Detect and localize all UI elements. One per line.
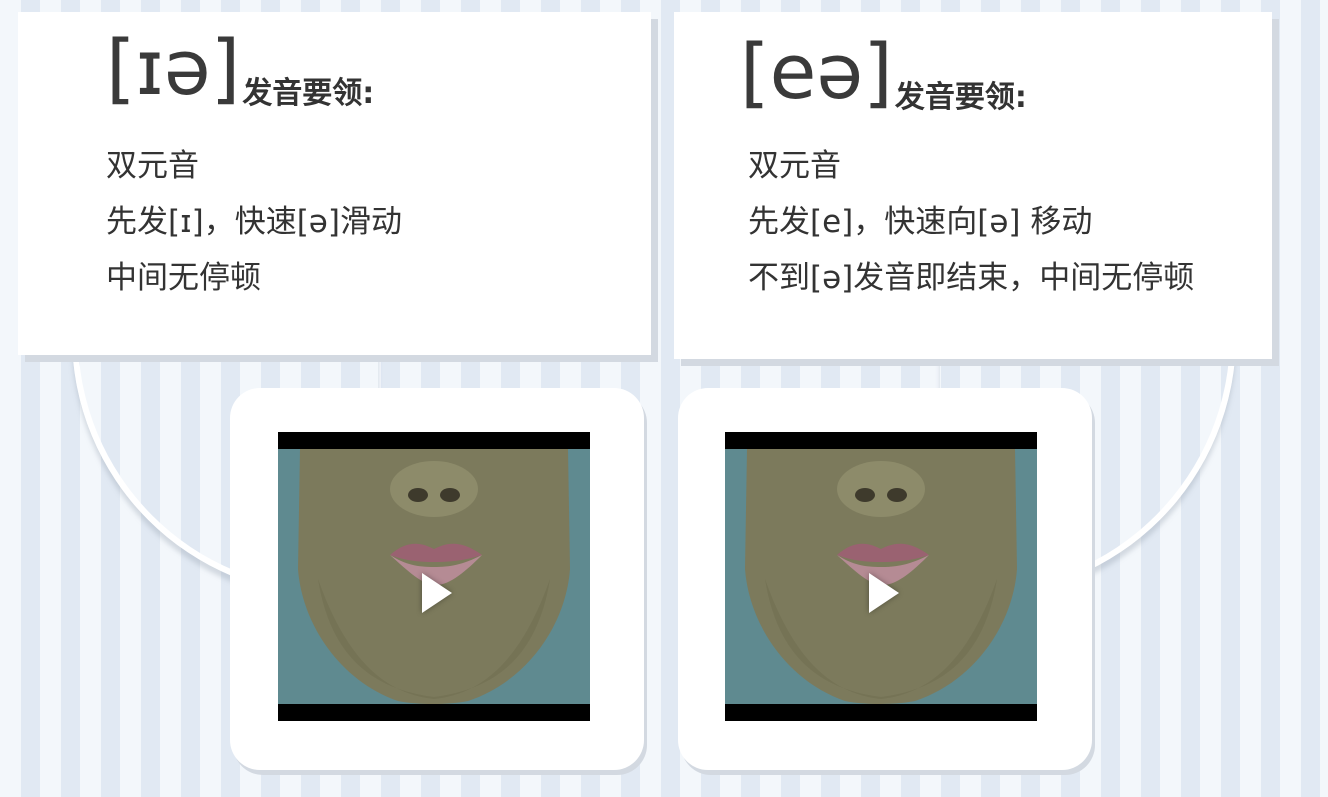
tip-line: 先发[ɪ]，快速[ə]滑动 <box>106 204 402 240</box>
ipa-symbol: [ɪə] <box>106 23 241 112</box>
pronunciation-tips-list: 双元音 先发[ɪ]，快速[ə]滑动 中间无停顿 <box>106 138 402 306</box>
mouth-video-player[interactable] <box>278 432 590 721</box>
pronunciation-tips-label: 发音要领: <box>242 76 375 111</box>
pronunciation-tips-label: 发音要领: <box>894 80 1027 115</box>
pronunciation-tips-list: 双元音 先发[e]，快速向[ə] 移动 不到[ə]发音即结束，中间无停顿 <box>748 138 1194 306</box>
tip-line: 不到[ə]发音即结束，中间无停顿 <box>748 260 1195 296</box>
tip-line: 先发[e]，快速向[ə] 移动 <box>748 204 1093 240</box>
video-frame-ia <box>230 388 644 770</box>
mouth-video-player[interactable] <box>725 432 1037 721</box>
play-icon[interactable] <box>422 573 452 613</box>
ipa-symbol: [eə] <box>740 27 893 116</box>
play-icon[interactable] <box>869 573 899 613</box>
card-heading: [ɪə] 发音要领: <box>106 22 374 114</box>
video-frame-ea <box>678 388 1092 770</box>
pronunciation-card-ia: [ɪə] 发音要领: 双元音 先发[ɪ]，快速[ə]滑动 中间无停顿 <box>18 12 651 355</box>
tip-line: 双元音 <box>106 148 199 184</box>
tip-line: 双元音 <box>748 148 841 184</box>
tip-line: 中间无停顿 <box>106 260 261 296</box>
pronunciation-card-ea: [eə] 发音要领: 双元音 先发[e]，快速向[ə] 移动 不到[ə]发音即结… <box>674 12 1272 359</box>
card-heading: [eə] 发音要领: <box>740 26 1027 118</box>
